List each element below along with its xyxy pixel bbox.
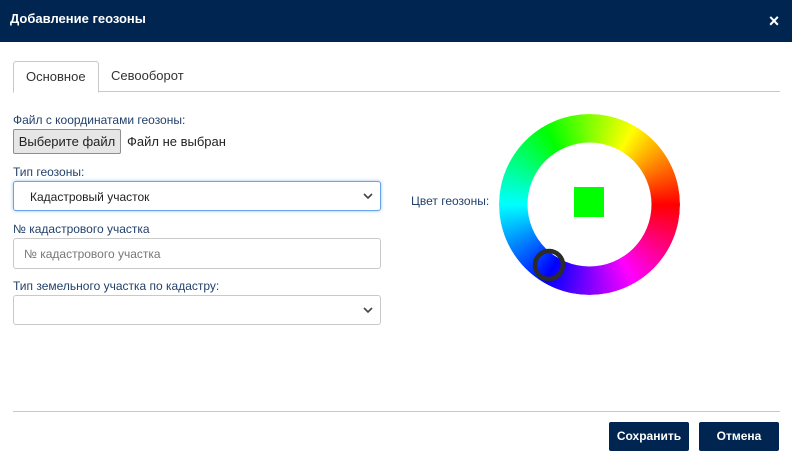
land-type-select[interactable] [13, 295, 381, 325]
file-label: Файл с координатами геозоны: [13, 113, 186, 127]
chevron-down-icon [363, 193, 373, 200]
dialog-header: Добавление геозоны × [0, 0, 792, 42]
geozone-type-select[interactable]: Кадастровый участок [13, 181, 381, 211]
chevron-down-icon [363, 307, 373, 314]
cadastral-number-input[interactable] [13, 238, 381, 269]
selected-color-swatch [574, 187, 604, 217]
footer-divider [13, 411, 780, 412]
color-label: Цвет геозоны: [411, 194, 490, 208]
tab-crop-rotation[interactable]: Севооборот [99, 61, 209, 92]
geozone-type-value: Кадастровый участок [30, 190, 150, 204]
tab-main[interactable]: Основное [13, 61, 99, 93]
land-type-label: Тип земельного участка по кадастру: [13, 279, 220, 293]
save-button[interactable]: Сохранить [609, 422, 689, 451]
file-status: Файл не выбран [127, 134, 226, 149]
close-icon[interactable]: × [764, 10, 784, 32]
cancel-button[interactable]: Отмена [699, 422, 779, 451]
color-wheel[interactable] [499, 114, 680, 295]
geozone-type-label: Тип геозоны: [13, 165, 85, 179]
cadastral-number-label: № кадастрового участка [13, 222, 150, 236]
dialog-title: Добавление геозоны [10, 11, 146, 26]
choose-file-button[interactable]: Выберите файл [13, 129, 121, 154]
tab-bar: Основное Севооборот [13, 61, 780, 93]
